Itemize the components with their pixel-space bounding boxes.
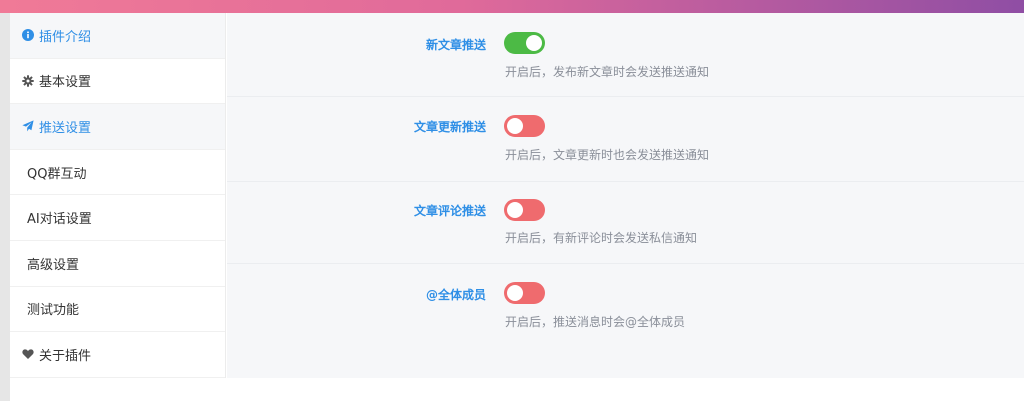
sidebar-item-label: 推送设置: [39, 120, 92, 136]
sidebar-item-label: 基本设置: [39, 75, 92, 91]
sidebar-item-label: 测试功能: [27, 303, 80, 319]
sidebar-item-label: 插件介绍: [39, 29, 92, 45]
sidebar-item-label: AI对话设置: [27, 212, 92, 228]
setting-description: 开启后，有新评论时会发送私信通知: [505, 231, 698, 245]
sidebar-item-about[interactable]: 关于插件: [10, 332, 225, 378]
setting-label: 新文章推送: [425, 38, 486, 52]
setting-label: @全体成员: [425, 288, 486, 302]
article-update-push-toggle[interactable]: [504, 115, 545, 137]
setting-description: 开启后，文章更新时也会发送推送通知: [505, 148, 710, 162]
article-comment-push-toggle[interactable]: [504, 199, 545, 221]
gear-icon: [22, 75, 34, 87]
left-edge-strip: [0, 13, 10, 401]
sidebar-item-label: 高级设置: [27, 257, 80, 273]
sidebar-item-label: 关于插件: [39, 348, 92, 364]
settings-sidebar: 插件介绍 基本设置 推送设置 QQ群互动 AI对话设置 高级设置 测试功能 关于…: [10, 13, 226, 378]
sidebar-item-ai-chat[interactable]: AI对话设置: [10, 195, 225, 241]
sidebar-item-test[interactable]: 测试功能: [10, 287, 225, 333]
sidebar-item-push-settings[interactable]: 推送设置: [10, 104, 225, 150]
setting-label: 文章更新推送: [413, 120, 486, 134]
setting-description: 开启后，推送消息时会@全体成员: [505, 315, 686, 329]
setting-description: 开启后，发布新文章时会发送推送通知: [505, 65, 710, 79]
sidebar-item-basic-settings[interactable]: 基本设置: [10, 59, 225, 105]
setting-label: 文章评论推送: [413, 204, 486, 218]
sidebar-item-advanced[interactable]: 高级设置: [10, 241, 225, 287]
setting-row-at-all-members: @全体成员 开启后，推送消息时会@全体成员: [227, 264, 1024, 378]
sidebar-item-label: QQ群互动: [27, 166, 87, 182]
new-article-push-toggle[interactable]: [504, 32, 545, 54]
push-settings-panel: 新文章推送 开启后，发布新文章时会发送推送通知 文章更新推送 开启后，文章更新时…: [227, 13, 1024, 378]
top-gradient-bar: [0, 0, 1024, 13]
heart-icon: [22, 348, 34, 360]
setting-row-new-article: 新文章推送 开启后，发布新文章时会发送推送通知: [227, 13, 1024, 97]
sidebar-item-qq-group[interactable]: QQ群互动: [10, 150, 225, 196]
sidebar-item-plugin-intro[interactable]: 插件介绍: [10, 13, 225, 59]
setting-row-article-update: 文章更新推送 开启后，文章更新时也会发送推送通知: [227, 97, 1024, 182]
setting-row-article-comment: 文章评论推送 开启后，有新评论时会发送私信通知: [227, 182, 1024, 264]
at-all-members-toggle[interactable]: [504, 282, 545, 304]
paper-plane-icon: [22, 120, 34, 132]
info-circle-icon: [22, 29, 34, 42]
